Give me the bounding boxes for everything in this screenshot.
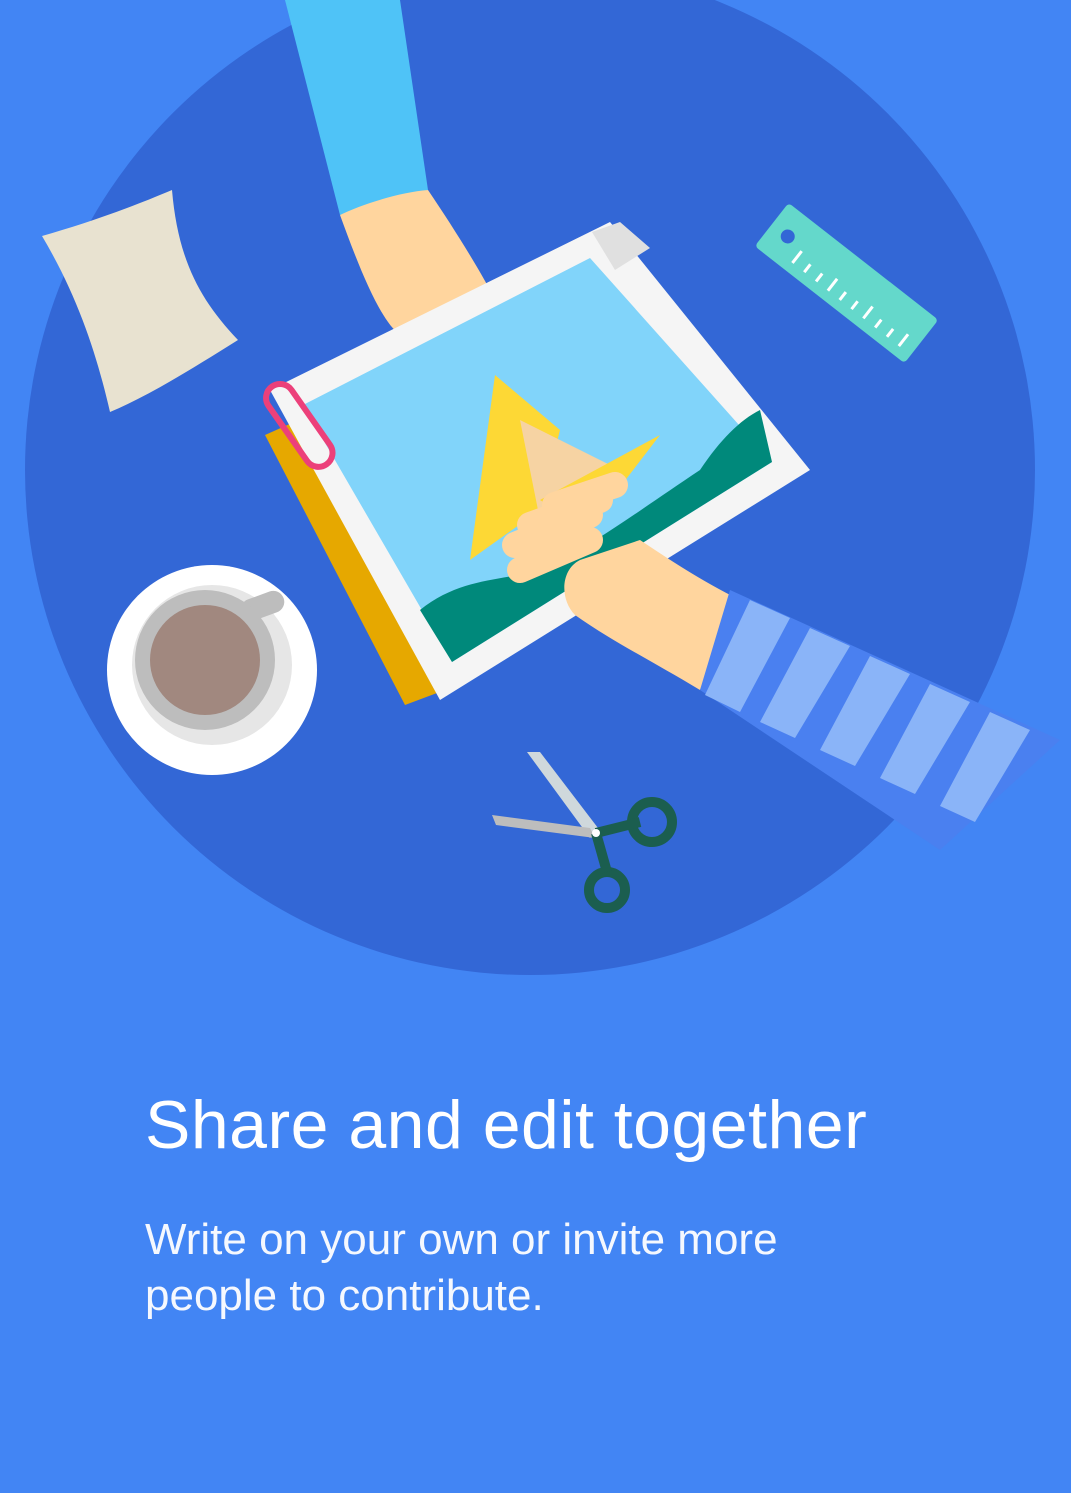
onboarding-title: Share and edit together [145, 1087, 868, 1163]
collaboration-desk-illustration [25, 0, 1060, 975]
coffee-cup [107, 565, 317, 775]
onboarding-description: Write on your own or invite more people … [145, 1215, 778, 1320]
onboarding-screen: Share and edit together Write on your ow… [0, 0, 1071, 1493]
